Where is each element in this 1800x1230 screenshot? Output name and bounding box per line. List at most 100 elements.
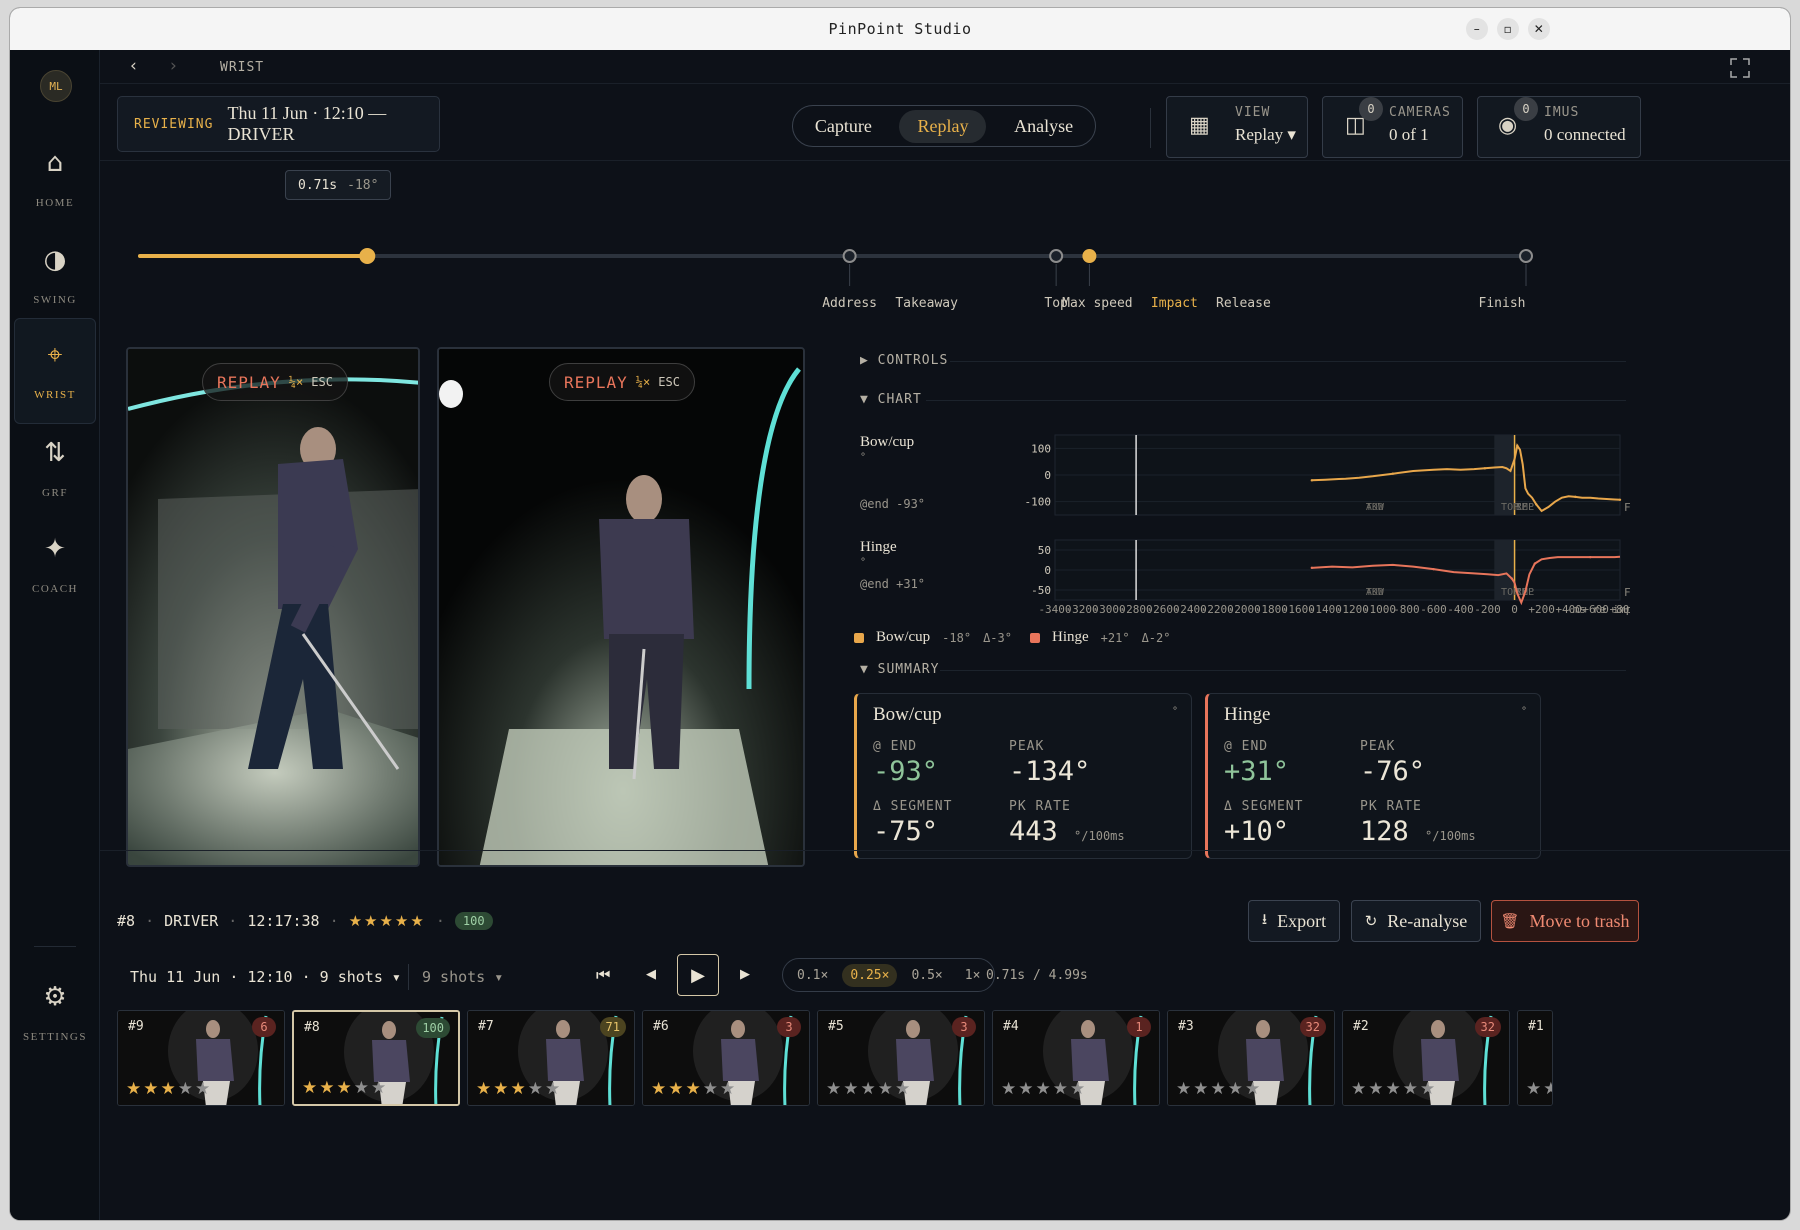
star-icon[interactable]: ★: [1403, 1079, 1420, 1099]
star-icon[interactable]: ★: [493, 1079, 510, 1099]
star-icon[interactable]: ★: [143, 1079, 160, 1099]
thumbnail-stars[interactable]: ★★★★★: [826, 1079, 912, 1099]
star-icon[interactable]: ★: [861, 1079, 878, 1099]
cameras-button[interactable]: ◫ 0 CAMERAS 0 of 1: [1322, 96, 1463, 158]
star-icon[interactable]: ★: [686, 1079, 703, 1099]
tab-capture[interactable]: Capture: [815, 116, 872, 137]
star-icon[interactable]: ★: [1176, 1079, 1193, 1099]
export-button[interactable]: ⭳ Export: [1248, 900, 1340, 942]
event-marker[interactable]: [1049, 249, 1064, 263]
event-marker[interactable]: [842, 249, 857, 263]
star-icon[interactable]: ★: [476, 1079, 493, 1099]
shot-thumbnail[interactable]: #6 3 ★★★★★: [642, 1010, 810, 1106]
shot-thumbnail[interactable]: #9 6 ★★★★★: [117, 1010, 285, 1106]
star-icon[interactable]: ★: [1351, 1079, 1368, 1099]
sidebar-item-settings[interactable]: ⚙ SETTINGS: [14, 960, 96, 1066]
fullscreen-icon[interactable]: [1730, 58, 1750, 78]
chart-section-toggle[interactable]: ▼ CHART: [860, 392, 922, 407]
star-icon[interactable]: ★: [528, 1079, 545, 1099]
star-icon[interactable]: ★: [1245, 1079, 1262, 1099]
star-icon[interactable]: ★: [1001, 1079, 1018, 1099]
star-icon[interactable]: ★: [1036, 1079, 1053, 1099]
star-icon[interactable]: ★: [1420, 1079, 1437, 1099]
view-dropdown[interactable]: ▦ VIEW Replay ▾: [1166, 96, 1308, 158]
star-icon[interactable]: ★: [354, 1078, 371, 1098]
minimize-icon[interactable]: –: [1466, 18, 1488, 40]
video-front-view[interactable]: REPLAY ¼× ESC: [437, 347, 805, 867]
thumbnail-stars[interactable]: ★★★★★: [651, 1079, 737, 1099]
shot-thumbnail[interactable]: #5 3 ★★★★★: [817, 1010, 985, 1106]
star-icon[interactable]: ★: [1070, 1079, 1087, 1099]
thumbnail-stars[interactable]: ★★★★★: [1176, 1079, 1262, 1099]
forward-icon[interactable]: ›: [170, 56, 177, 76]
shot-thumbnail[interactable]: #2 32 ★★★★★: [1342, 1010, 1510, 1106]
star-icon[interactable]: ★: [1053, 1079, 1070, 1099]
tab-replay[interactable]: Replay: [899, 109, 987, 143]
star-icon[interactable]: ★: [337, 1078, 354, 1098]
esc-key[interactable]: ESC: [658, 375, 680, 389]
star-icon[interactable]: ★: [720, 1079, 737, 1099]
summary-section-toggle[interactable]: ▼ SUMMARY: [860, 662, 939, 677]
thumbnail-stars[interactable]: ★★★★★: [1001, 1079, 1087, 1099]
reanalyse-button[interactable]: ↻ Re-analyse: [1351, 900, 1481, 942]
avatar[interactable]: ML: [40, 70, 72, 102]
star-icon[interactable]: ★: [668, 1079, 685, 1099]
star-icon[interactable]: ★: [1386, 1079, 1403, 1099]
speed-option[interactable]: 0.5×: [903, 964, 950, 987]
thumbnail-stars[interactable]: ★★★★★: [126, 1079, 212, 1099]
star-icon[interactable]: ★: [826, 1079, 843, 1099]
scrubber-track[interactable]: Address Takeaway TopMax speed Impact Release…: [100, 161, 1790, 321]
close-icon[interactable]: ✕: [1528, 18, 1550, 40]
replay-indicator[interactable]: REPLAY ¼× ESC: [202, 363, 348, 401]
shots-filter[interactable]: 9 shots ▾: [422, 968, 503, 986]
speed-option[interactable]: 1×: [957, 964, 989, 987]
esc-key[interactable]: ESC: [311, 375, 333, 389]
speed-option-active[interactable]: 0.25×: [842, 963, 898, 987]
thumbnail-stars[interactable]: ★★★★★: [476, 1079, 562, 1099]
shot-thumbnail[interactable]: #3 32 ★★★★★: [1167, 1010, 1335, 1106]
star-icon[interactable]: ★: [1526, 1079, 1543, 1099]
speed-option[interactable]: 0.1×: [789, 964, 836, 987]
timeline-scrubber[interactable]: 0.71s -18° Address Takeaway Top Max speed Im…: [100, 160, 1790, 320]
star-icon[interactable]: ★: [126, 1079, 143, 1099]
star-icon[interactable]: ★: [703, 1079, 720, 1099]
back-icon[interactable]: ‹: [130, 56, 137, 76]
thumbnail-stars[interactable]: ★★★★★: [302, 1078, 388, 1098]
controls-section-toggle[interactable]: ▶ CONTROLS: [860, 353, 948, 368]
step-back-icon[interactable]: ◀: [646, 967, 656, 982]
imus-button[interactable]: ◉ 0 IMUS 0 connected: [1477, 96, 1641, 158]
shot-thumbnail[interactable]: #7 71 ★★★★★: [467, 1010, 635, 1106]
step-forward-icon[interactable]: ▶: [740, 967, 750, 982]
star-icon[interactable]: ★: [1193, 1079, 1210, 1099]
thumbnail-stars[interactable]: ★★★★★: [1351, 1079, 1437, 1099]
star-icon[interactable]: ★: [1018, 1079, 1035, 1099]
shot-thumbnail[interactable]: #4 1 ★★★★★: [992, 1010, 1160, 1106]
star-icon[interactable]: ★: [195, 1079, 212, 1099]
sidebar-item-home[interactable]: ⌂ HOME: [14, 126, 96, 232]
sidebar-item-wrist[interactable]: ⌖ WRIST: [14, 318, 96, 424]
star-icon[interactable]: ★: [178, 1079, 195, 1099]
star-icon[interactable]: ★: [371, 1078, 388, 1098]
sidebar-item-grf[interactable]: ⇅ GRF: [14, 416, 96, 522]
star-icon[interactable]: ★: [319, 1078, 336, 1098]
move-to-trash-button[interactable]: 🗑 Move to trash: [1491, 900, 1639, 942]
star-icon[interactable]: ★: [1543, 1079, 1552, 1099]
shot-stars[interactable]: ★★★★★: [349, 912, 426, 930]
shot-thumbnail[interactable]: #1 ★★★★★: [1517, 1010, 1553, 1106]
video-side-view[interactable]: REPLAY ¼× ESC: [126, 347, 420, 867]
thumbnail-stars[interactable]: ★★★★★: [1526, 1079, 1552, 1099]
star-icon[interactable]: ★: [651, 1079, 668, 1099]
play-button[interactable]: ▶: [677, 954, 719, 996]
wrist-charts[interactable]: 1000-100ADDTKWTOPIMPRELFIN500-50ADDTKWTO…: [930, 425, 1630, 625]
event-marker[interactable]: [1082, 249, 1097, 263]
star-icon[interactable]: ★: [895, 1079, 912, 1099]
event-marker[interactable]: [1519, 249, 1533, 263]
maximize-icon[interactable]: ▫: [1497, 18, 1519, 40]
star-icon[interactable]: ★: [1211, 1079, 1228, 1099]
sidebar-item-coach[interactable]: ✦ COACH: [14, 512, 96, 618]
tab-analyse[interactable]: Analyse: [1014, 116, 1073, 137]
shot-thumbnail[interactable]: #8 100 ★★★★★: [292, 1010, 460, 1106]
star-icon[interactable]: ★: [511, 1079, 528, 1099]
star-icon[interactable]: ★: [843, 1079, 860, 1099]
replay-indicator[interactable]: REPLAY ¼× ESC: [549, 363, 695, 401]
